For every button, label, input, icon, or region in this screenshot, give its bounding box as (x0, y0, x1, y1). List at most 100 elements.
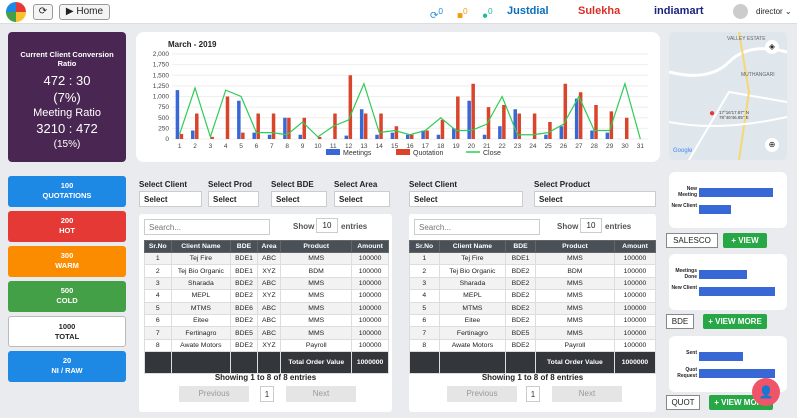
map-pin-icon[interactable]: ● (709, 108, 715, 119)
col-header[interactable]: BDE (230, 240, 258, 253)
table-row[interactable]: 7 Fertinagro BDE5 ABC MMS 100000 (144, 326, 389, 340)
x-tick-label: 26 (560, 143, 568, 150)
bar-meetings (574, 98, 579, 139)
table-cell: MMS (534, 326, 615, 340)
bar-meetings (175, 90, 180, 139)
table-cell: ABC (256, 276, 282, 291)
table-cell: 4 (144, 289, 172, 303)
table-cell: BDE1 (230, 251, 258, 266)
page-1-button[interactable]: 1 (260, 386, 274, 402)
bar-meetings (544, 134, 548, 139)
refresh-icon: ⟳ (38, 6, 48, 17)
table-row[interactable]: 8 Awate Motors BDE2 XYZ Payroll 100000 (144, 338, 389, 353)
col-header[interactable]: Product (534, 240, 615, 253)
col-header[interactable]: BDE (505, 240, 536, 253)
col-header[interactable]: Client Name (438, 240, 507, 253)
col-header[interactable]: Sr.No (144, 240, 172, 253)
col-header[interactable]: Sr.No (409, 240, 440, 253)
table-row[interactable]: 8 Awate Motors BDE2 Payroll 100000 (409, 338, 657, 353)
table-row[interactable]: 3 Sharada BDE2 ABC MMS 100000 (144, 276, 389, 291)
table-cell: ABC (256, 251, 282, 266)
chevron-down-icon: ⌄ (784, 7, 792, 16)
view-more-button[interactable]: + VIEW (723, 233, 767, 248)
select-client-right-dropdown[interactable]: Select (409, 191, 523, 207)
table-cell: XYZ (256, 338, 282, 353)
meeting-pct: (15%) (53, 139, 81, 150)
table-cell: BDE2 (505, 313, 536, 328)
user-menu[interactable]: director ⌄ (756, 7, 792, 16)
add-user-fab[interactable]: 👤 (752, 378, 780, 406)
folder-icon[interactable]: ■0 (457, 6, 468, 21)
table-row[interactable]: 3 Sharada BDE2 MMS 100000 (409, 276, 657, 291)
search-input-right[interactable] (414, 219, 540, 235)
table-row[interactable]: 6 Eitee BDE2 ABC MMS 100000 (144, 313, 389, 328)
stat-warm[interactable]: 300 WARM (8, 246, 126, 277)
select-product-dropdown[interactable]: Select (534, 191, 656, 207)
table-row[interactable]: 7 Fertinagro BDE5 MMS 100000 (409, 326, 657, 340)
mini-bar-label: New Meeting (678, 186, 697, 198)
table-cell: BDE6 (230, 301, 258, 315)
table-row[interactable]: 4 MEPL BDE2 MMS 100000 (409, 289, 657, 303)
table-row[interactable]: 5 MTMS BDE6 ABC MMS 100000 (144, 301, 389, 315)
entries-select-right[interactable]: 10 (580, 218, 602, 233)
x-tick-label: 28 (591, 143, 599, 150)
entries-select[interactable]: 10 (316, 218, 338, 233)
map[interactable]: VALLEY ESTATE MUTHANGARI ● 17°16'17.87" … (669, 32, 787, 160)
search-input[interactable] (144, 219, 270, 235)
view-more-button[interactable]: + VIEW MORE (703, 314, 767, 329)
table-row[interactable]: 2 Tej Bio Organic BDE2 BDM 100000 (409, 264, 657, 278)
bar-meetings (559, 126, 564, 139)
stat-total[interactable]: 1000 TOTAL (8, 316, 126, 347)
mini-outline-button[interactable]: BDE (666, 314, 694, 329)
col-header[interactable]: Product (280, 240, 353, 253)
bar-quotation (241, 132, 245, 139)
layers-icon[interactable]: ◈ (765, 40, 779, 54)
mini-outline-button[interactable]: QUOT (666, 395, 700, 410)
page-1-button-right[interactable]: 1 (526, 386, 540, 402)
indiamart-logo[interactable]: indiamart (654, 5, 704, 17)
select-prod-dropdown[interactable]: Select (208, 191, 259, 207)
table-row[interactable]: 4 MEPL BDE2 XYZ MMS 100000 (144, 289, 389, 303)
x-tick-label: 17 (422, 143, 430, 150)
col-header[interactable]: Amount (351, 240, 389, 253)
col-header[interactable]: Amount (613, 240, 657, 253)
refresh-button[interactable]: ⟳ (33, 4, 53, 20)
table-cell: BDE2 (505, 264, 536, 278)
next-button-right[interactable]: Next (552, 386, 622, 402)
table-row[interactable]: 1 Tej Fire BDE1 ABC MMS 100000 (144, 251, 389, 266)
select-area-dropdown[interactable]: Select (334, 191, 390, 207)
justdial-logo[interactable]: Justdial (507, 5, 549, 17)
bar-meetings (467, 100, 471, 139)
table-row[interactable]: 5 MTMS BDE2 MMS 100000 (409, 301, 657, 315)
sulekha-logo[interactable]: Sulekha (578, 5, 620, 17)
x-tick-label: 25 (545, 143, 553, 150)
select-client-dropdown[interactable]: Select (139, 191, 202, 207)
table-row[interactable]: 1 Tej Fire BDE1 MMS 100000 (409, 251, 657, 266)
table-row[interactable]: 6 Eitee BDE2 MMS 100000 (409, 313, 657, 328)
home-button[interactable]: ▶ Home (59, 4, 110, 20)
sync-icon[interactable]: ⟳0 (430, 6, 443, 21)
stat-cold[interactable]: 500 COLD (8, 281, 126, 312)
table-row[interactable]: 2 Tej Bio Organic BDE1 XYZ BDM 100000 (144, 264, 389, 278)
table-cell: 3 (409, 276, 440, 291)
select-bde-dropdown[interactable]: Select (271, 191, 327, 207)
stat-hot[interactable]: 200 HOT (8, 211, 126, 242)
previous-button-right[interactable]: Previous (447, 386, 517, 402)
locate-icon[interactable]: ⊕ (765, 138, 779, 152)
table-cell: 100000 (351, 313, 389, 328)
bar-quotation (379, 113, 383, 139)
bar-meetings (590, 130, 594, 139)
stat-ni-raw[interactable]: 20 NI / RAW (8, 351, 126, 382)
notification-icon[interactable]: ●0 (482, 6, 493, 21)
stat-quotations[interactable]: 100 QUOTATIONS (8, 176, 126, 207)
col-header[interactable]: Client Name (170, 240, 232, 253)
x-tick-label: 23 (514, 143, 522, 150)
previous-button[interactable]: Previous (179, 386, 249, 402)
avatar[interactable] (733, 4, 748, 19)
next-button[interactable]: Next (286, 386, 356, 402)
table-cell: MEPL (438, 289, 507, 303)
mini-outline-button[interactable]: SALESCO (666, 233, 718, 248)
total-value: 1000000 (351, 351, 389, 375)
col-header[interactable]: Area (256, 240, 282, 253)
x-tick-label: 27 (575, 143, 583, 150)
